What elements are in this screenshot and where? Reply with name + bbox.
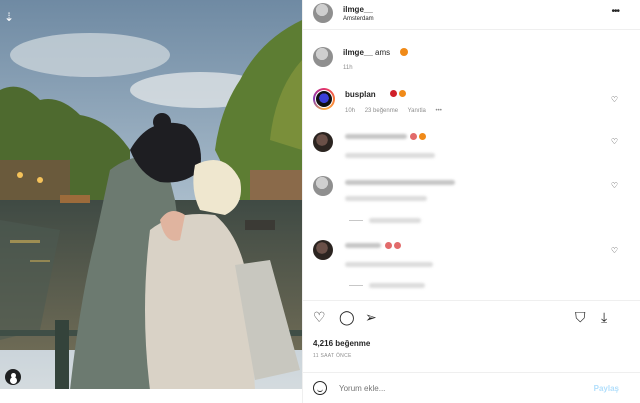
- emoji-icon: [419, 133, 426, 140]
- caption-text: ams: [375, 48, 391, 57]
- comment-bubble-icon[interactable]: ◯: [339, 310, 355, 324]
- emoji-icon: [385, 242, 392, 249]
- comment-avatar[interactable]: [313, 132, 333, 152]
- more-icon[interactable]: •••: [611, 6, 619, 17]
- blurred-view-replies[interactable]: [369, 283, 425, 288]
- blurred-comment-text: [345, 243, 381, 248]
- reply-button[interactable]: Yanıtla: [408, 108, 426, 114]
- caption-username[interactable]: ilmge__: [343, 48, 373, 57]
- caption-time: 11h: [343, 65, 353, 71]
- blurred-comment-meta: [345, 196, 427, 201]
- comment-like-heart-icon[interactable]: ♡: [611, 137, 618, 146]
- post-actions: ♡ ◯ ➢ ⛉ ⤓ 4,216 beğenme 11 SAAT ÖNCE: [303, 300, 640, 380]
- fire-emoji-icon: [399, 90, 406, 97]
- replies-line: [349, 285, 363, 286]
- post-header: ilmge__ Amsterdam •••: [303, 0, 640, 30]
- download-icon[interactable]: ⤓: [601, 310, 607, 324]
- add-comment-bar: Paylaş: [303, 372, 640, 403]
- post-image: [0, 0, 302, 403]
- comment-meta: 10h 23 beğenme Yanıtla •••: [345, 108, 450, 114]
- comment-like-heart-icon[interactable]: ♡: [611, 246, 618, 255]
- caption-avatar[interactable]: [313, 47, 333, 67]
- likes-count[interactable]: 4,216 beğenme: [313, 339, 370, 348]
- heart-emoji-icon: [390, 90, 397, 97]
- comment-likes[interactable]: 23 beğenme: [365, 108, 398, 114]
- author-avatar[interactable]: [313, 3, 333, 23]
- photo-bottom-strip: [0, 389, 302, 403]
- emoji-icon: [394, 242, 401, 249]
- blurred-comment-text: [345, 134, 407, 139]
- author-username[interactable]: ilmge__: [343, 5, 373, 14]
- comment-like-heart-icon[interactable]: ♡: [611, 181, 618, 190]
- comment-avatar[interactable]: [313, 176, 333, 196]
- posted-time: 11 SAAT ÖNCE: [313, 353, 352, 359]
- comment-avatar[interactable]: [313, 88, 335, 110]
- blurred-comment-meta: [345, 262, 433, 267]
- replies-line: [349, 220, 363, 221]
- blurred-comment-meta: [345, 153, 435, 158]
- comment-avatar[interactable]: [313, 240, 333, 260]
- user-tag-icon[interactable]: [5, 369, 21, 385]
- smiling-face-emoji-icon: [400, 48, 408, 56]
- emoji-picker-icon[interactable]: [313, 381, 327, 395]
- comment-input[interactable]: [339, 384, 539, 393]
- post-details-panel: ilmge__ Amsterdam ••• ilmge__ ams 11h bu…: [302, 0, 640, 403]
- comment-time: 10h: [345, 108, 356, 114]
- post-location[interactable]: Amsterdam: [343, 16, 374, 22]
- comment-username[interactable]: busplan: [345, 90, 376, 99]
- blurred-comment-text: [345, 180, 455, 185]
- emoji-icon: [410, 133, 417, 140]
- caption-line: ilmge__ ams: [343, 48, 390, 57]
- post-photo[interactable]: ⇣: [0, 0, 302, 403]
- comment-options-icon[interactable]: •••: [436, 108, 442, 114]
- download-arrow-icon[interactable]: ⇣: [4, 10, 14, 24]
- save-bookmark-icon[interactable]: ⛉: [575, 310, 586, 324]
- comment-like-heart-icon[interactable]: ♡: [611, 95, 618, 104]
- share-send-icon[interactable]: ➢: [365, 310, 377, 324]
- blurred-view-replies[interactable]: [369, 218, 421, 223]
- post-comment-button[interactable]: Paylaş: [594, 384, 619, 393]
- like-heart-icon[interactable]: ♡: [313, 310, 326, 324]
